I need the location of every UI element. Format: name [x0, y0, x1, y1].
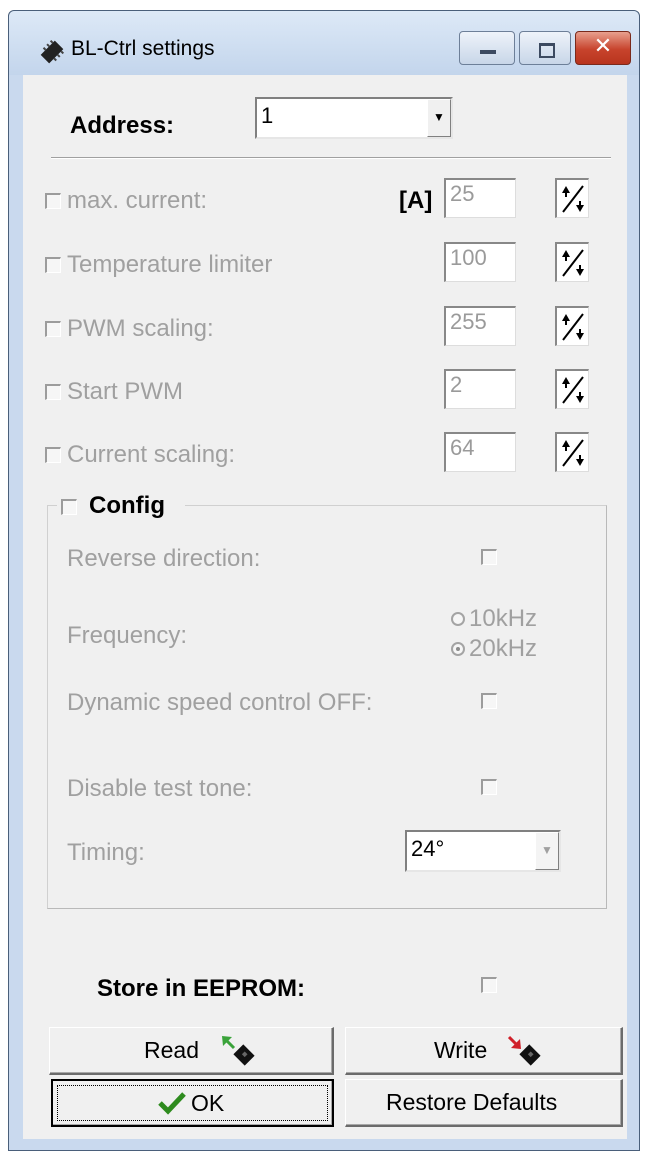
- temperature-limiter-checkbox[interactable]: [45, 257, 61, 273]
- temperature-limiter-spin[interactable]: [555, 242, 589, 282]
- dialog-body: Address: 1 ▼ max. current: [A] 25 Temper…: [23, 75, 627, 1139]
- close-icon: ✕: [593, 34, 613, 59]
- dynamic-speed-label: Dynamic speed control OFF:: [67, 689, 373, 716]
- reverse-direction-label: Reverse direction:: [67, 545, 261, 572]
- pwm-scaling-checkbox[interactable]: [45, 321, 61, 337]
- timing-select[interactable]: 24° ▼: [405, 830, 561, 872]
- spin-arrows-icon: [562, 376, 584, 404]
- read-device-icon: [222, 1036, 255, 1066]
- reverse-direction-checkbox[interactable]: [481, 549, 497, 565]
- disable-test-tone-checkbox[interactable]: [481, 779, 497, 795]
- frequency-10khz-label: 10kHz: [469, 605, 538, 632]
- chevron-down-icon[interactable]: ▼: [535, 832, 559, 870]
- current-scaling-input[interactable]: 64: [444, 432, 516, 472]
- spin-arrows-icon: [562, 249, 584, 277]
- timing-value: 24°: [411, 836, 445, 861]
- start-pwm-spin[interactable]: [555, 369, 589, 409]
- ok-button[interactable]: OK: [51, 1079, 334, 1127]
- max-current-value: 25: [450, 181, 475, 206]
- timing-label: Timing:: [67, 839, 145, 866]
- pwm-scaling-label: PWM scaling:: [67, 315, 214, 342]
- maximize-button[interactable]: [519, 31, 571, 65]
- minimize-icon: [480, 50, 496, 54]
- write-device-icon: [507, 1035, 541, 1066]
- current-scaling-checkbox[interactable]: [45, 447, 61, 463]
- max-current-checkbox[interactable]: [45, 193, 61, 209]
- title-bar[interactable]: BL-Ctrl settings ✕: [9, 11, 639, 75]
- start-pwm-value: 2: [450, 372, 463, 397]
- store-eeprom-checkbox[interactable]: [481, 977, 497, 993]
- temperature-limiter-input[interactable]: 100: [444, 242, 516, 282]
- address-label: Address:: [70, 112, 175, 139]
- chevron-down-icon[interactable]: ▼: [427, 99, 451, 137]
- spin-arrows-icon: [562, 313, 584, 341]
- store-eeprom-label: Store in EEPROM:: [97, 975, 306, 1002]
- pwm-scaling-input[interactable]: 255: [444, 306, 516, 346]
- close-button[interactable]: ✕: [575, 31, 631, 65]
- temperature-limiter-value: 100: [450, 245, 487, 270]
- spin-arrows-icon: [562, 185, 584, 213]
- settings-window: BL-Ctrl settings ✕ Address: 1 ▼ max. cur…: [8, 10, 640, 1151]
- config-checkbox[interactable]: [61, 499, 77, 515]
- max-current-label: max. current:: [67, 187, 208, 214]
- start-pwm-checkbox[interactable]: [45, 384, 61, 400]
- start-pwm-label: Start PWM: [67, 378, 184, 405]
- unit-label: [A]: [399, 187, 433, 214]
- start-pwm-input[interactable]: 2: [444, 369, 516, 409]
- read-button-label: Read: [144, 1037, 199, 1063]
- restore-defaults-label: Restore Defaults: [386, 1089, 558, 1115]
- max-current-spin[interactable]: [555, 178, 589, 218]
- maximize-icon: [539, 43, 555, 58]
- current-scaling-value: 64: [450, 435, 475, 460]
- config-label: Config: [89, 492, 165, 519]
- write-button[interactable]: Write: [345, 1027, 623, 1075]
- address-value: 1: [261, 103, 274, 128]
- max-current-input[interactable]: 25: [444, 178, 516, 218]
- pwm-scaling-value: 255: [450, 309, 487, 334]
- checkmark-icon: [158, 1092, 186, 1115]
- ok-button-label: OK: [191, 1090, 225, 1116]
- chip-icon: [40, 39, 65, 64]
- separator: [51, 157, 611, 159]
- address-select[interactable]: 1 ▼: [255, 97, 453, 139]
- pwm-scaling-spin[interactable]: [555, 306, 589, 346]
- minimize-button[interactable]: [459, 31, 515, 65]
- frequency-label: Frequency:: [67, 622, 188, 649]
- frequency-20khz-label: 20kHz: [469, 635, 538, 662]
- dynamic-speed-checkbox[interactable]: [481, 693, 497, 709]
- current-scaling-label: Current scaling:: [67, 441, 236, 468]
- frequency-20khz-radio[interactable]: [451, 642, 465, 656]
- restore-defaults-button[interactable]: Restore Defaults: [345, 1079, 623, 1127]
- spin-arrows-icon: [562, 439, 584, 467]
- read-button[interactable]: Read: [49, 1027, 334, 1075]
- write-button-label: Write: [434, 1037, 488, 1063]
- temperature-limiter-label: Temperature limiter: [67, 251, 273, 278]
- current-scaling-spin[interactable]: [555, 432, 589, 472]
- frequency-10khz-radio[interactable]: [451, 612, 465, 626]
- disable-test-tone-label: Disable test tone:: [67, 775, 253, 802]
- window-title: BL-Ctrl settings: [71, 37, 215, 60]
